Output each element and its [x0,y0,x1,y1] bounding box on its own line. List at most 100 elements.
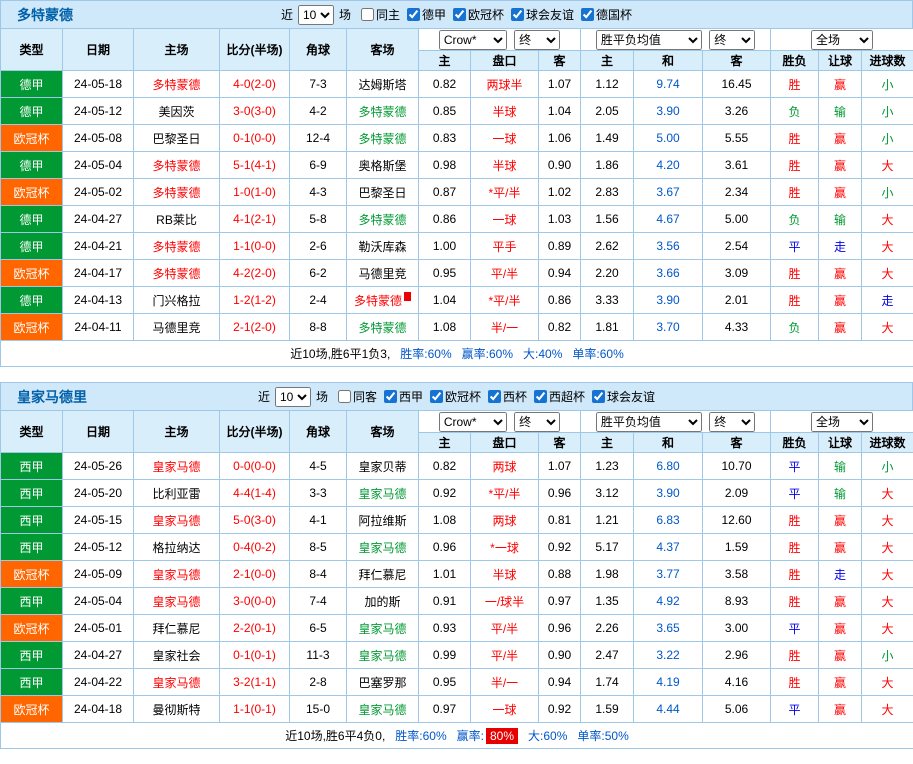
match-count-select[interactable]: 10 [275,387,311,407]
stat-value: 60% [428,347,452,361]
avg-away: 5.55 [703,125,771,152]
match-row: 西甲24-04-27皇家社会0-1(0-1)11-3皇家马德0.99平/半0.9… [1,642,913,669]
league-badge: 欧冠杯 [1,179,63,206]
avg-home: 1.21 [581,507,634,534]
checkbox-input[interactable] [384,390,397,403]
odds-handicap: 半/一 [471,669,539,696]
result-winloss: 胜 [771,287,819,314]
corners: 11-3 [290,642,347,669]
scope-select[interactable]: 全场 [811,30,873,50]
league-filter-checkbox[interactable]: 欧冠杯 [430,388,481,405]
score: 3-0(0-0) [220,588,290,615]
league-filter-checkbox[interactable]: 德甲 [407,6,446,23]
result-goals: 大 [862,588,913,615]
odds-handicap: 一球 [471,125,539,152]
result-winloss: 胜 [771,125,819,152]
avg-select-cell: 胜平负均值 终 [581,29,771,51]
score: 4-4(1-4) [220,480,290,507]
avg-final-select[interactable]: 终 [709,30,755,50]
checkbox-input[interactable] [488,390,501,403]
scope-select[interactable]: 全场 [811,412,873,432]
away-team: 皇家马德 [347,642,419,669]
home-team: 皇家马德 [134,669,220,696]
odds-final-select[interactable]: 终 [514,412,560,432]
col-avg-home: 主 [581,433,634,453]
match-row: 德甲24-05-12美因茨3-0(3-0)4-2多特蒙德0.85半球1.042.… [1,98,913,125]
result-handicap: 赢 [819,71,862,98]
checkbox-input[interactable] [581,8,594,21]
result-winloss: 平 [771,696,819,723]
stat-value: 40% [538,347,562,361]
checkbox-input[interactable] [534,390,547,403]
odds-final-select[interactable]: 终 [514,30,560,50]
match-row: 德甲24-04-27RB莱比4-1(2-1)5-8多特蒙德0.86一球1.031… [1,206,913,233]
avg-type-select[interactable]: 胜平负均值 [596,412,702,432]
result-winloss: 平 [771,233,819,260]
avg-final-select[interactable]: 终 [709,412,755,432]
odds-home: 0.96 [419,534,471,561]
match-date: 24-05-08 [63,125,134,152]
match-count-select[interactable]: 10 [298,5,334,25]
checkbox-input[interactable] [407,8,420,21]
odds-home: 1.08 [419,507,471,534]
league-filter-checkbox[interactable]: 西超杯 [534,388,585,405]
checkbox-input[interactable] [361,8,374,21]
league-filter-checkbox[interactable]: 球会友谊 [511,6,574,23]
home-team: 格拉纳达 [134,534,220,561]
checkbox-input[interactable] [338,390,351,403]
odds-handicap: *平/半 [471,480,539,507]
corners: 8-8 [290,314,347,341]
score: 1-1(0-0) [220,233,290,260]
match-date: 24-04-11 [63,314,134,341]
away-team: 阿拉维斯 [347,507,419,534]
result-winloss: 负 [771,314,819,341]
corners: 6-9 [290,152,347,179]
avg-type-select[interactable]: 胜平负均值 [596,30,702,50]
corners: 15-0 [290,696,347,723]
league-badge: 德甲 [1,233,63,260]
avg-away: 3.61 [703,152,771,179]
checkbox-input[interactable] [511,8,524,21]
score: 1-1(0-1) [220,696,290,723]
league-filter-checkbox[interactable]: 德国杯 [581,6,632,23]
result-goals: 小 [862,98,913,125]
avg-draw: 4.44 [634,696,703,723]
match-row: 西甲24-05-12格拉纳达0-4(0-2)8-5皇家马德0.96*一球0.92… [1,534,913,561]
home-team: 多特蒙德 [134,260,220,287]
result-goals: 走 [862,287,913,314]
score: 4-2(2-0) [220,260,290,287]
checkbox-input[interactable] [592,390,605,403]
result-goals: 大 [862,314,913,341]
league-filter-checkbox[interactable]: 球会友谊 [592,388,655,405]
match-row: 欧冠杯24-05-02多特蒙德1-0(1-0)4-3巴黎圣日0.87*平/半1.… [1,179,913,206]
match-date: 24-05-04 [63,152,134,179]
odds-handicap: *平/半 [471,179,539,206]
league-filter-group: 同主德甲欧冠杯球会友谊德国杯 [354,6,632,24]
score: 0-1(0-1) [220,642,290,669]
league-badge: 西甲 [1,588,63,615]
avg-away: 2.34 [703,179,771,206]
result-handicap: 赢 [819,642,862,669]
result-goals: 小 [862,71,913,98]
checkbox-input[interactable] [430,390,443,403]
odds-source-select[interactable]: Crow* [439,412,507,432]
result-goals: 大 [862,534,913,561]
league-filter-checkbox[interactable]: 西杯 [488,388,527,405]
avg-away: 3.00 [703,615,771,642]
avg-away: 12.60 [703,507,771,534]
league-filter-checkbox[interactable]: 欧冠杯 [453,6,504,23]
avg-away: 5.06 [703,696,771,723]
league-filter-checkbox[interactable]: 西甲 [384,388,423,405]
league-filter-checkbox[interactable]: 同客 [338,388,377,405]
avg-draw: 6.83 [634,507,703,534]
result-winloss: 胜 [771,260,819,287]
result-handicap: 赢 [819,314,862,341]
odds-handicap: *平/半 [471,287,539,314]
result-handicap: 赢 [819,152,862,179]
avg-home: 2.47 [581,642,634,669]
odds-source-select[interactable]: Crow* [439,30,507,50]
checkbox-input[interactable] [453,8,466,21]
league-filter-checkbox[interactable]: 同主 [361,6,400,23]
result-handicap: 赢 [819,588,862,615]
stat-value: 60% [423,729,447,743]
